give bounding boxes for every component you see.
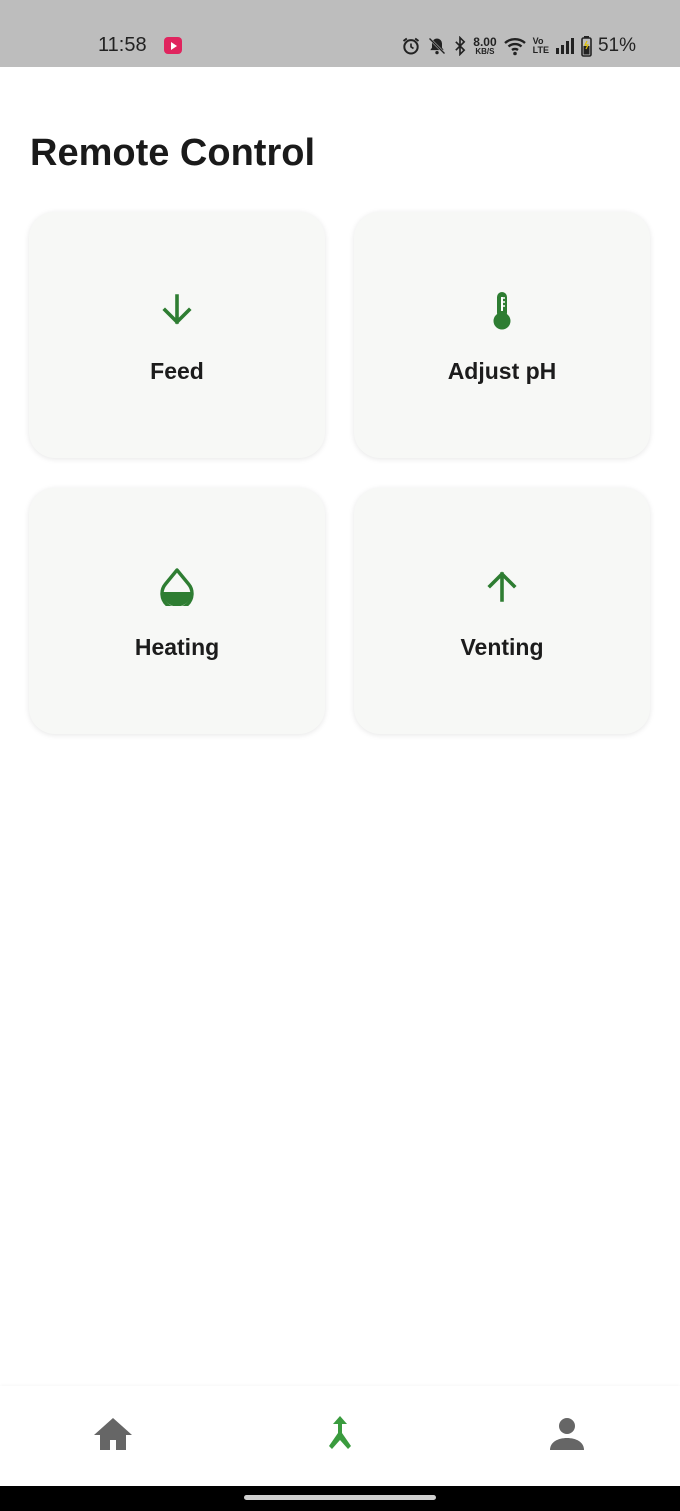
- person-icon: [550, 1418, 584, 1450]
- venting-label: Venting: [460, 634, 544, 660]
- water-drop-icon: [157, 566, 197, 606]
- venting-card[interactable]: Venting: [354, 488, 650, 734]
- page-title: Remote Control: [30, 132, 315, 174]
- adjust-ph-label: Adjust pH: [447, 358, 557, 384]
- heating-card[interactable]: Heating: [29, 488, 325, 734]
- home-icon: [94, 1418, 132, 1450]
- status-time: 11:58: [98, 34, 147, 56]
- bluetooth-icon: [455, 36, 466, 56]
- network-speed: 8.00 KB/S: [473, 36, 496, 56]
- nav-remote-control[interactable]: [318, 1412, 362, 1456]
- signal-icon: [555, 38, 574, 54]
- notifications-off-icon: [428, 37, 446, 55]
- heating-label: Heating: [134, 634, 220, 660]
- battery-icon: [581, 35, 592, 57]
- gesture-handle[interactable]: [244, 1495, 436, 1500]
- adjust-ph-card[interactable]: Adjust pH: [354, 212, 650, 458]
- merge-icon: [329, 1416, 351, 1449]
- volte-bottom: LTE: [532, 45, 549, 55]
- battery-percent: 51%: [597, 35, 636, 56]
- feed-card[interactable]: Feed: [29, 212, 325, 458]
- system-gesture-area: [0, 1486, 680, 1511]
- nav-home[interactable]: [91, 1412, 135, 1456]
- bottom-nav: [0, 1386, 680, 1486]
- wifi-icon: [503, 38, 526, 56]
- status-icons: 8.00 KB/S Vo LTE 51%: [401, 33, 636, 59]
- alarm-icon: [403, 37, 420, 55]
- status-bar: 11:58 8.00 KB/S Vo LTE 51%: [0, 0, 680, 67]
- youtube-notification-icon: [164, 37, 182, 54]
- nav-profile[interactable]: [545, 1412, 589, 1456]
- feed-label: Feed: [150, 358, 204, 384]
- arrow-up-icon: [482, 566, 522, 606]
- thermometer-icon: [482, 290, 522, 330]
- arrow-down-icon: [157, 290, 197, 330]
- network-speed-unit: KB/S: [475, 47, 495, 56]
- volte-indicator: Vo LTE: [533, 37, 549, 55]
